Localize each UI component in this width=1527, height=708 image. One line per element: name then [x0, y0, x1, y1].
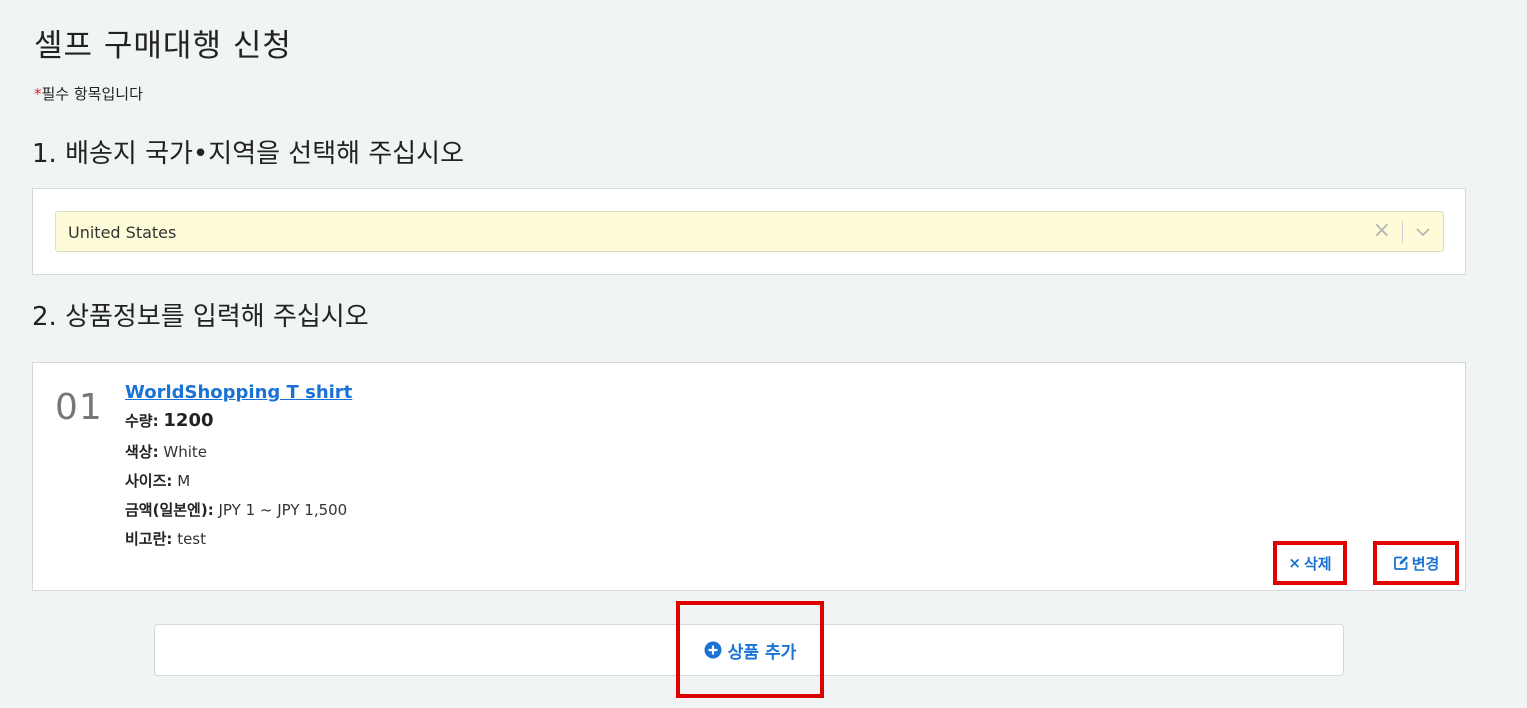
required-star: * — [34, 85, 42, 103]
item-price-label: 금액(일본엔): — [125, 501, 214, 519]
item-note: 비고란: test — [125, 528, 206, 549]
item-size-label: 사이즈: — [125, 472, 173, 490]
item-price-value: JPY 1 ~ JPY 1,500 — [218, 501, 348, 519]
plus-circle-icon — [704, 641, 722, 659]
delete-button-label: 삭제 — [1303, 554, 1332, 573]
item-color-label: 색상: — [125, 443, 159, 461]
item-color: 색상: White — [125, 441, 207, 462]
delete-button[interactable]: × 삭제 — [1273, 541, 1347, 585]
edit-button-label: 변경 — [1411, 554, 1440, 573]
edit-button[interactable]: 변경 — [1373, 541, 1459, 585]
required-note-text: 필수 항목입니다 — [41, 85, 143, 103]
item-note-label: 비고란: — [125, 530, 173, 548]
country-select[interactable]: United States × — [55, 211, 1444, 252]
chevron-down-icon[interactable] — [1413, 223, 1433, 241]
edit-icon — [1393, 555, 1409, 571]
product-card: 01 WorldShopping T shirt 수량: 1200 색상: Wh… — [32, 362, 1466, 591]
item-price: 금액(일본엔): JPY 1 ~ JPY 1,500 — [125, 499, 347, 520]
item-number: 01 — [55, 387, 103, 428]
add-product-label: 상품 추가 — [727, 642, 797, 663]
section-product-title: 2. 상품정보를 입력해 주십시오 — [32, 302, 369, 332]
close-icon[interactable]: × — [1373, 219, 1391, 243]
add-product-button[interactable]: 상품 추가 — [690, 630, 810, 670]
country-card: United States × — [32, 188, 1466, 275]
select-separator — [1402, 221, 1403, 243]
section-country-title: 1. 배송지 국가•지역을 선택해 주십시오 — [32, 139, 465, 169]
item-quantity-label: 수량: — [125, 412, 159, 430]
item-size: 사이즈: M — [125, 470, 190, 491]
item-note-value: test — [177, 530, 206, 548]
required-note: *필수 항목입니다 — [34, 83, 143, 104]
item-color-value: White — [163, 443, 208, 461]
item-size-value: M — [177, 472, 191, 490]
item-quantity: 수량: 1200 — [125, 410, 214, 431]
page-title: 셀프 구매대행 신청 — [34, 28, 292, 64]
country-select-value: United States — [68, 223, 177, 242]
item-name-link[interactable]: WorldShopping T shirt — [125, 382, 352, 403]
item-quantity-value: 1200 — [163, 410, 214, 431]
delete-icon: × — [1288, 554, 1301, 572]
